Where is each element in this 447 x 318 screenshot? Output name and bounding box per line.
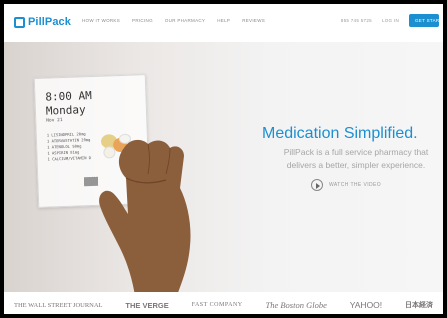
logo-box-icon [14, 16, 25, 28]
hero-headline: Medication Simplified. [262, 125, 418, 142]
hero-section: 8:00 AM Monday Nov 21 1 LISINOPRIL 20mg … [4, 42, 443, 292]
nav-right: 855 745 5725 LOG IN GET STARTED [341, 14, 439, 27]
press-logo-fast-company: FAST COMPANY [191, 302, 243, 308]
nav-link-our-pharmacy[interactable]: OUR PHARMACY [165, 18, 205, 23]
press-logo-nikkei: 日本経済 [405, 302, 433, 309]
watch-video-button[interactable]: WATCH THE VIDEO [311, 179, 381, 191]
nav-link-how-it-works[interactable]: HOW IT WORKS [82, 18, 120, 23]
play-icon [311, 179, 323, 191]
nav-link-pricing[interactable]: PRICING [132, 18, 153, 23]
watch-video-label: WATCH THE VIDEO [329, 182, 382, 188]
top-nav: PillPack HOW IT WORKS PRICING OUR PHARMA… [4, 4, 443, 42]
packet-time: 8:00 AM [45, 88, 92, 104]
nav-link-help[interactable]: HELP [217, 18, 230, 23]
nav-links: HOW IT WORKS PRICING OUR PHARMACY HELP R… [82, 18, 265, 23]
get-started-button[interactable]: GET STARTED [409, 14, 439, 27]
medication-item: 1 CALCIUM/VITAMIN D [47, 155, 92, 162]
press-logo-yahoo: YAHOO! [349, 300, 383, 310]
logo-text: PillPack [28, 16, 71, 28]
press-logo-wsj: THE WALL STREET JOURNAL [14, 301, 103, 309]
packet-date: Nov 21 [46, 118, 63, 124]
phone-number[interactable]: 855 745 5725 [341, 18, 372, 23]
hero-subline: PillPack is a full service pharmacy that… [270, 146, 442, 172]
hero-subline-line2: delivers a better, simpler experience. [286, 160, 426, 170]
login-link[interactable]: LOG IN [382, 18, 399, 23]
press-bar: THE WALL STREET JOURNAL THE VERGE FAST C… [4, 292, 443, 314]
packet-day: Monday [45, 103, 86, 118]
page-frame: PillPack HOW IT WORKS PRICING OUR PHARMA… [0, 0, 447, 318]
press-logo-boston-globe: The Boston Globe [265, 300, 327, 310]
medication-list: 1 LISINOPRIL 20mg 1 ATORVASTATIN 20mg 1 … [47, 131, 91, 162]
nav-link-reviews[interactable]: REVIEWS [242, 18, 265, 23]
hand-image [99, 139, 191, 292]
hero-subline-line1: PillPack is a full service pharmacy that [283, 147, 429, 157]
pillpack-logo[interactable]: PillPack [14, 14, 71, 30]
press-logo-verge: THE VERGE [125, 300, 169, 310]
